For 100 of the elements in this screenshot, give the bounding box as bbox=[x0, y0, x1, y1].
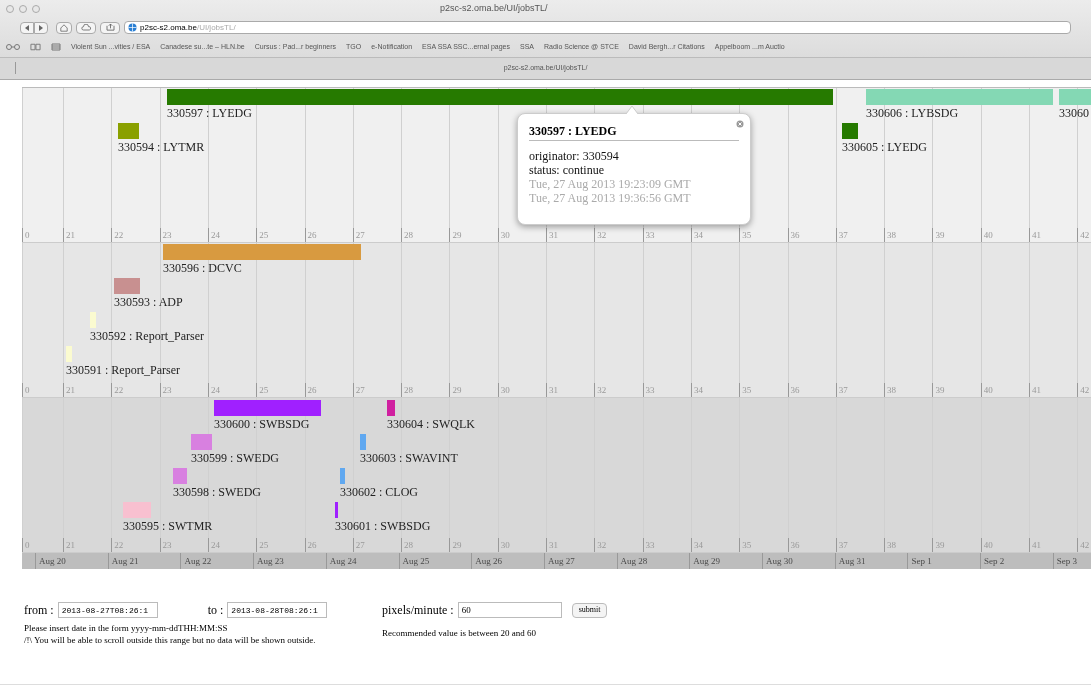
job-label: 330605 : LYEDG bbox=[842, 140, 927, 154]
tick-label: 40 bbox=[980, 383, 993, 397]
tick-label: 22 bbox=[111, 383, 124, 397]
submit-button[interactable]: submit bbox=[571, 602, 608, 618]
cloud-button[interactable] bbox=[76, 21, 96, 34]
address-path: /UI/jobsTL/ bbox=[196, 22, 236, 33]
job-bar[interactable] bbox=[214, 400, 321, 416]
tick-label: 26 bbox=[304, 228, 317, 242]
job-bar[interactable] bbox=[118, 123, 139, 139]
tick-label: 41 bbox=[1029, 383, 1041, 397]
tick-label: 30 bbox=[497, 228, 510, 242]
tick-label: 30 bbox=[497, 383, 510, 397]
job-bar[interactable] bbox=[335, 502, 338, 518]
job-label: 330597 : LYEDG bbox=[167, 106, 252, 120]
reading-list-icon[interactable] bbox=[6, 43, 20, 51]
job-bar[interactable] bbox=[167, 89, 833, 105]
to-label: to : bbox=[207, 602, 224, 619]
tick-label: 41 bbox=[1029, 228, 1041, 242]
from-field[interactable]: 2013-08-27T08:26:1 bbox=[57, 602, 158, 618]
date-label: Aug 24 bbox=[325, 553, 357, 569]
tick-label: 38 bbox=[884, 383, 897, 397]
job-bar[interactable] bbox=[360, 434, 366, 450]
tick-label: 27 bbox=[352, 383, 365, 397]
tick-label: 23 bbox=[159, 383, 172, 397]
date-label: Aug 27 bbox=[543, 553, 575, 569]
tick-label: 33 bbox=[642, 228, 655, 242]
job-bar[interactable] bbox=[163, 244, 361, 260]
job-label: 330600 : SWBSDG bbox=[214, 417, 310, 431]
job-bar[interactable] bbox=[1059, 89, 1091, 105]
job-label: 330598 : SWEDG bbox=[173, 485, 261, 499]
job-label: 330595 : SWTMR bbox=[123, 519, 213, 533]
tick-label: 24 bbox=[207, 383, 220, 397]
tick-label: 35 bbox=[739, 228, 752, 242]
tick-label: 0 bbox=[22, 383, 30, 397]
close-icon[interactable] bbox=[736, 120, 744, 128]
globe-icon bbox=[128, 23, 137, 32]
rate-hint: Recommended value is between 20 and 60 bbox=[382, 627, 537, 639]
date-label: Aug 29 bbox=[689, 553, 721, 569]
tick-label: 0 bbox=[22, 228, 30, 242]
grid-icon[interactable] bbox=[51, 43, 61, 51]
home-button[interactable] bbox=[56, 21, 72, 34]
tick-label: 31 bbox=[546, 228, 558, 242]
book-icon[interactable] bbox=[30, 43, 41, 51]
tick-label: 28 bbox=[401, 228, 414, 242]
address-domain: p2sc-s2.oma.be bbox=[140, 22, 197, 33]
to-field[interactable]: 2013-08-28T08:26:1 bbox=[227, 602, 328, 618]
tick-label: 22 bbox=[111, 228, 124, 242]
tick-label: 32 bbox=[594, 228, 607, 242]
cloud-icon bbox=[81, 24, 91, 31]
job-bar[interactable] bbox=[866, 89, 1053, 105]
back-icon bbox=[24, 24, 30, 31]
home-icon bbox=[60, 23, 68, 32]
tooltip-title: 330597 : LYEDG bbox=[529, 124, 739, 141]
rate-field[interactable]: 60 bbox=[457, 602, 562, 618]
tick-label: 42 bbox=[1077, 538, 1090, 552]
date-label: Sep 2 bbox=[980, 553, 1005, 569]
tick-label: 26 bbox=[304, 383, 317, 397]
date-label: Aug 20 bbox=[35, 553, 66, 569]
forward-button[interactable] bbox=[34, 21, 48, 34]
tick-label: 37 bbox=[835, 228, 848, 242]
date-label: Sep 3 bbox=[1052, 553, 1078, 569]
address-field[interactable]: p2sc-s2.oma.be/UI/jobsTL/ bbox=[124, 21, 1071, 34]
job-bar[interactable] bbox=[173, 468, 187, 484]
date-label: Sep 1 bbox=[907, 553, 932, 569]
tick-label: 29 bbox=[449, 383, 462, 397]
job-bar[interactable] bbox=[340, 468, 345, 484]
tooltip-text: originator: 330594 bbox=[529, 149, 620, 163]
tick-label: 36 bbox=[787, 228, 800, 242]
tick-label: 32 bbox=[594, 383, 607, 397]
back-button[interactable] bbox=[20, 21, 34, 34]
date-label: Aug 26 bbox=[471, 553, 502, 569]
tick-label: 39 bbox=[932, 228, 945, 242]
tick-label: 34 bbox=[690, 383, 703, 397]
job-label: 330591 : Report_Parser bbox=[66, 363, 180, 377]
job-label: 330606 : LYBSDG bbox=[866, 106, 959, 120]
hint-text: Please insert date in the form yyyy-mm-ddTHH:MM:SS bbox=[24, 622, 229, 634]
tooltip-text: status: continue bbox=[529, 163, 605, 177]
date-label: Aug 30 bbox=[762, 553, 793, 569]
forward-icon bbox=[38, 24, 44, 31]
date-label: Aug 23 bbox=[253, 553, 284, 569]
tick-label: 25 bbox=[256, 383, 269, 397]
job-label: 33060 bbox=[1059, 106, 1089, 120]
job-bar[interactable] bbox=[842, 123, 858, 139]
job-bar[interactable] bbox=[191, 434, 212, 450]
rate-label: pixels/minute : bbox=[382, 602, 454, 619]
tick-label: 39 bbox=[932, 383, 945, 397]
from-label: from : bbox=[24, 602, 54, 619]
job-bar[interactable] bbox=[123, 502, 151, 518]
job-label: 330592 : Report_Parser bbox=[90, 329, 204, 343]
tick-label: 38 bbox=[884, 228, 897, 242]
job-label: 330601 : SWBSDG bbox=[335, 519, 431, 533]
tick-label: 29 bbox=[449, 228, 462, 242]
tick-label: 28 bbox=[401, 383, 414, 397]
job-bar[interactable] bbox=[114, 278, 140, 294]
tick-label: 23 bbox=[159, 228, 172, 242]
tooltip-time: Tue, 27 Aug 2013 19:36:56 GMT bbox=[529, 191, 692, 205]
job-bar[interactable] bbox=[387, 400, 395, 416]
job-label: 330604 : SWQLK bbox=[387, 417, 475, 431]
share-button[interactable] bbox=[100, 21, 120, 34]
job-label: 330602 : CLOG bbox=[340, 485, 418, 499]
